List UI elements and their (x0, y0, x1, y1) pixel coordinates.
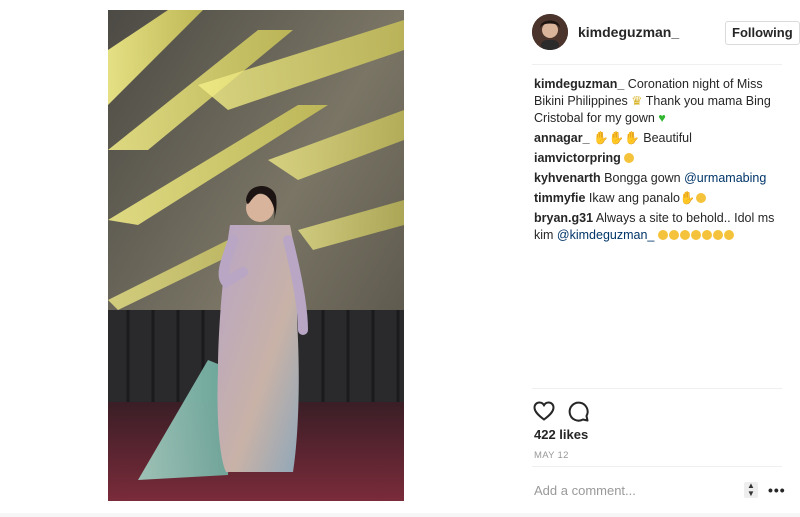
avatar-image (532, 14, 568, 50)
smile-emoji-icon (695, 193, 706, 203)
post-panel: kimdeguzman_ Following kimdeguzman_ Coro… (520, 0, 800, 517)
add-comment-input[interactable] (534, 480, 734, 500)
comment-user[interactable]: bryan.g31 (534, 211, 593, 225)
comment-text: Ikaw ang panalo (585, 191, 680, 205)
comment-user[interactable]: annagar_ (534, 131, 590, 145)
comments-list: kimdeguzman_ Coronation night of Miss Bi… (534, 76, 782, 247)
smile-emoji-row-icon (657, 228, 735, 242)
divider (532, 64, 782, 65)
list-item: kyhvenarth Bongga gown @urmamabing (534, 170, 782, 187)
likes-count[interactable]: 422 likes (534, 427, 588, 442)
caption: kimdeguzman_ Coronation night of Miss Bi… (534, 76, 782, 127)
textarea-resize-icon[interactable]: ▲ ▼ (744, 482, 758, 498)
list-item: annagar_ ✋✋✋ Beautiful (534, 130, 782, 147)
caption-user[interactable]: kimdeguzman_ (534, 77, 624, 91)
post-actions (532, 399, 632, 423)
post-photo[interactable] (108, 10, 404, 501)
green-heart-emoji-icon: ♥ (658, 111, 666, 125)
comment-text: Bongga gown (600, 171, 685, 185)
heart-icon[interactable] (532, 399, 556, 423)
page-edge (0, 513, 800, 517)
comment-user[interactable]: timmyfie (534, 191, 585, 205)
divider (532, 466, 782, 467)
comment-user[interactable]: iamvictorpring (534, 151, 621, 165)
comment-user[interactable]: kyhvenarth (534, 171, 601, 185)
following-button[interactable]: Following (725, 21, 800, 45)
mention-link[interactable]: @kimdeguzman_ (557, 228, 654, 242)
mention-link[interactable]: @urmamabing (684, 171, 766, 185)
list-item: bryan.g31 Always a site to behold.. Idol… (534, 210, 782, 244)
post-author[interactable]: kimdeguzman_ (578, 24, 679, 40)
list-item: timmyfie Ikaw ang panalo✋ (534, 190, 782, 207)
post-date: MAY 12 (534, 450, 569, 461)
comment-text: Beautiful (639, 131, 692, 145)
list-item: iamvictorpring (534, 150, 782, 167)
post-header: kimdeguzman_ Following (532, 12, 800, 56)
more-options-icon[interactable]: ••• (768, 483, 786, 497)
clapping-hands-emoji-icon: ✋✋✋ (593, 131, 640, 145)
smile-emoji-icon (624, 153, 635, 163)
avatar[interactable] (532, 14, 568, 50)
comment-icon[interactable] (566, 399, 590, 423)
post-photo-image (108, 10, 404, 501)
divider (532, 388, 782, 389)
hand-emoji-icon: ✋ (679, 191, 696, 205)
crown-emoji-icon: ♛ (631, 94, 643, 108)
